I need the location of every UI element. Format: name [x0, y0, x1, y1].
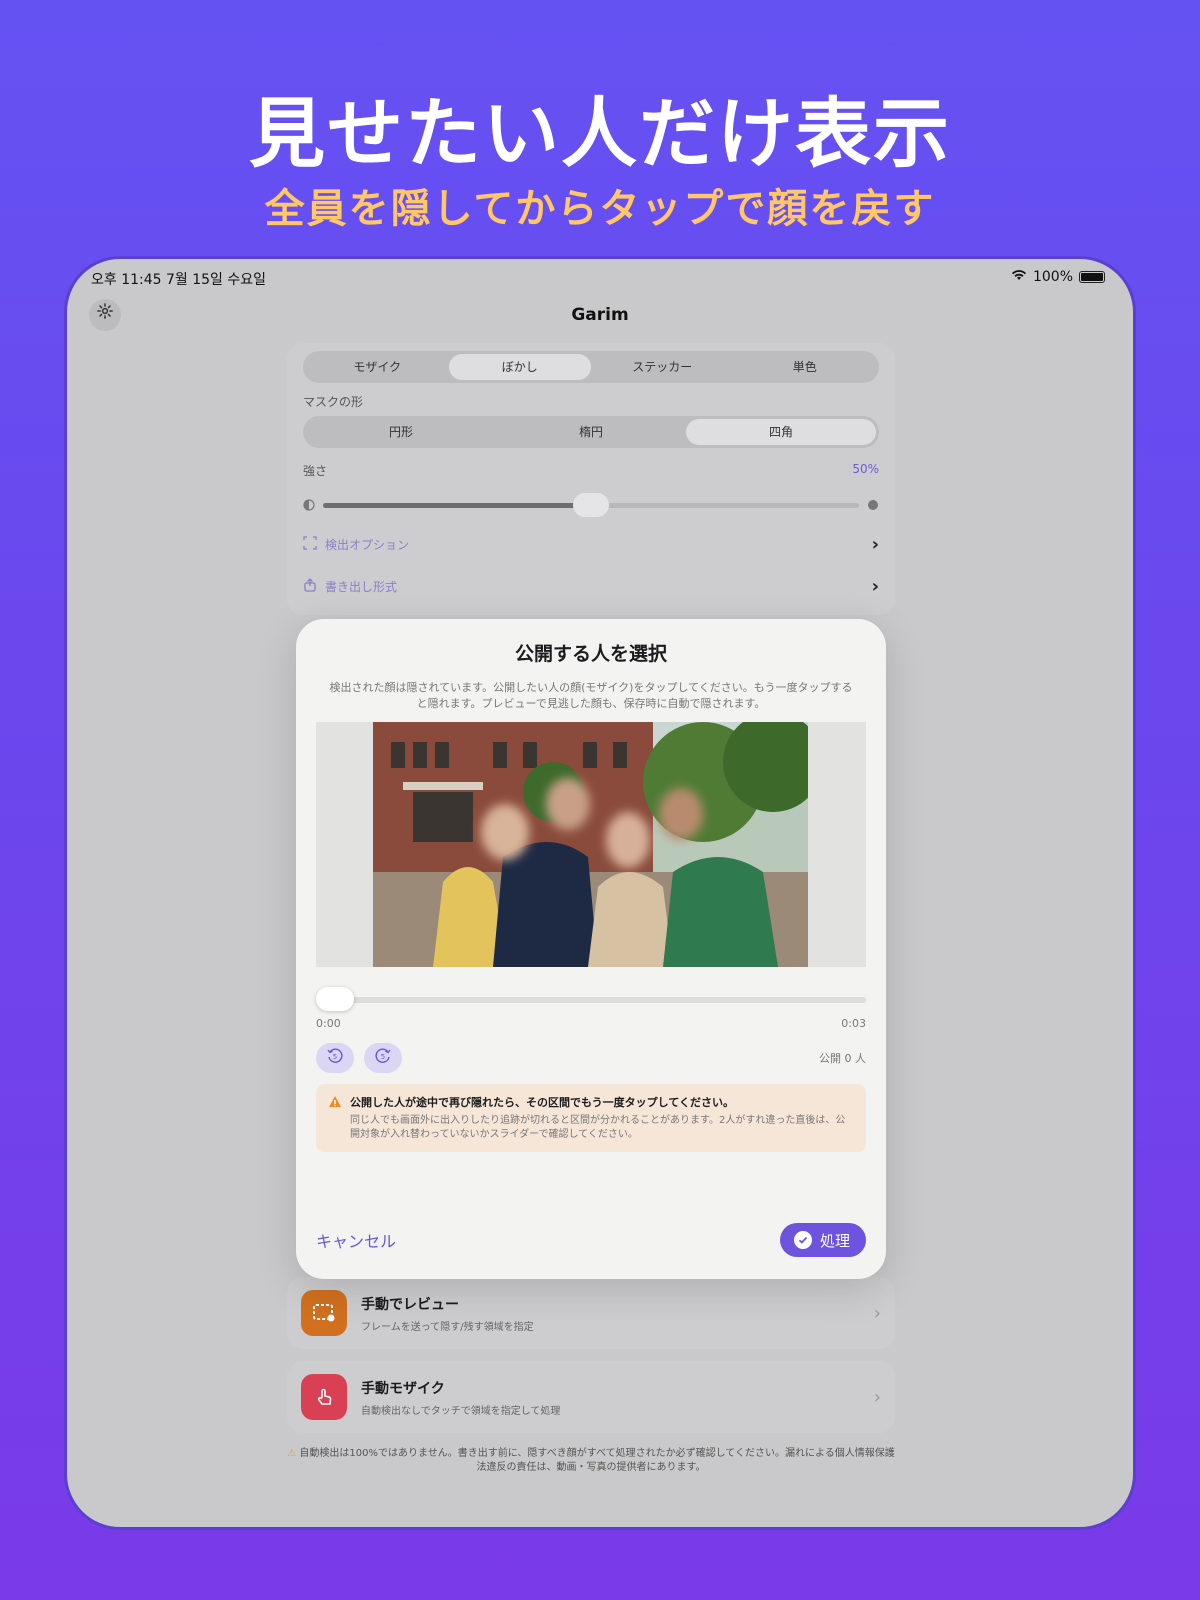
- timeline-track: [316, 997, 866, 1003]
- strength-label: 強さ: [303, 464, 328, 478]
- manual-mosaic-title: 手動モザイク: [361, 1380, 445, 1397]
- timeline-thumb[interactable]: [316, 987, 354, 1011]
- review-frame-icon: [301, 1290, 347, 1336]
- rewind-5-button[interactable]: 5: [316, 1043, 354, 1073]
- timeline-slider[interactable]: [316, 985, 866, 1015]
- segment-solid[interactable]: 単色: [734, 354, 877, 380]
- tablet-device: 오후 11:45 7월 15일 수요일 100% Garim モザイク ぼかし …: [64, 256, 1136, 1530]
- battery-percent: 100%: [1032, 269, 1073, 285]
- cancel-button[interactable]: キャンセル: [316, 1228, 396, 1252]
- video-preview[interactable]: [316, 722, 866, 967]
- export-format-label: 書き出し形式: [325, 579, 398, 594]
- warning-title: 公開した人が途中で再び隠れたら、その区間でもう一度タップしてください。: [350, 1096, 735, 1109]
- footer-note: ⚠ 自動検出は100%ではありません。書き出す前に、隠すべき顔がすべて処理された…: [287, 1447, 895, 1475]
- gear-icon: [96, 295, 114, 335]
- shape-segmented: 円形 楕円 四角: [303, 416, 879, 448]
- manual-review-title: 手動でレビュー: [361, 1296, 459, 1313]
- export-icon: [303, 577, 317, 595]
- status-right: 100%: [1011, 269, 1105, 285]
- select-people-modal: 公開する人を選択 検出された顔は隠されています。公開したい人の顔(モザイク)をタ…: [296, 619, 886, 1279]
- chevron-right-icon: ›: [871, 533, 879, 555]
- process-label: 処理: [819, 1231, 850, 1250]
- subheadline: 全員を隠してからタップで顔を戻す: [264, 186, 936, 232]
- forward-5-icon: 5: [374, 1047, 392, 1069]
- warning-body: 同じ人でも画面外に出入りしたり追跡が切れると区間が分かれることがあります。2人が…: [350, 1115, 846, 1140]
- strength-slider[interactable]: [323, 492, 859, 517]
- warning-box: 公開した人が途中で再び隠れたら、その区間でもう一度タップしてください。 同じ人で…: [316, 1084, 866, 1152]
- shape-label: マスクの形: [303, 395, 364, 409]
- headline: 見せたい人だけ表示: [249, 89, 951, 178]
- manual-mosaic-subtitle: 自動検出なしでタッチで領域を指定して処理: [361, 1405, 561, 1417]
- strength-row: 強さ 50%: [303, 462, 879, 479]
- status-time: 오후 11:45 7월 15일 수요일: [91, 272, 267, 288]
- segment-mosaic[interactable]: モザイク: [306, 354, 449, 380]
- settings-button[interactable]: [89, 299, 121, 331]
- hand-touch-icon: [301, 1374, 347, 1420]
- strength-slider-fill: [323, 502, 591, 508]
- time-start: 0:00: [316, 1017, 341, 1030]
- viewfinder-icon: [303, 535, 317, 553]
- contrast-low-icon: [303, 496, 315, 515]
- contrast-high-icon: [867, 496, 879, 515]
- manual-mosaic-card[interactable]: 手動モザイク 自動検出なしでタッチで領域を指定して処理 ›: [287, 1361, 895, 1433]
- public-count: 公開 0 人: [819, 1052, 866, 1065]
- battery-icon: [1079, 271, 1105, 283]
- segment-ellipse[interactable]: 楕円: [496, 419, 686, 445]
- segment-blur[interactable]: ぼかし: [448, 354, 591, 380]
- segment-circle[interactable]: 円形: [306, 419, 496, 445]
- strength-slider-thumb[interactable]: [573, 492, 609, 517]
- warning-text: 公開した人が途中で再び隠れたら、その区間でもう一度タップしてください。 同じ人で…: [350, 1094, 852, 1142]
- strength-value: 50%: [852, 462, 879, 476]
- wifi-icon: [1011, 269, 1027, 285]
- svg-text:5: 5: [333, 1053, 337, 1061]
- settings-card: モザイク ぼかし ステッカー 単色 マスクの形 円形 楕円 四角 強さ 50%: [287, 343, 895, 615]
- detect-options-label: 検出オプション: [325, 537, 410, 552]
- manual-review-card[interactable]: 手動でレビュー フレームを送って隠す/残す領域を指定 ›: [287, 1277, 895, 1349]
- rewind-5-icon: 5: [326, 1047, 344, 1069]
- status-bar: 오후 11:45 7월 15일 수요일 100%: [67, 259, 1133, 295]
- nav-bar: Garim: [67, 295, 1133, 345]
- chevron-right-icon: ›: [873, 1302, 881, 1324]
- segment-sticker[interactable]: ステッカー: [591, 354, 734, 380]
- time-row: 0:00 0:03: [316, 1017, 866, 1030]
- export-format-row[interactable]: 書き出し形式 ›: [303, 565, 879, 607]
- svg-text:5: 5: [381, 1053, 385, 1061]
- forward-5-button[interactable]: 5: [364, 1043, 402, 1073]
- modal-footer: キャンセル 処理: [316, 1223, 866, 1257]
- time-end: 0:03: [841, 1017, 866, 1030]
- manual-review-subtitle: フレームを送って隠す/残す領域を指定: [361, 1321, 534, 1333]
- chevron-right-icon: ›: [873, 1386, 881, 1408]
- footer-note-text: 自動検出は100%ではありません。書き出す前に、隠すべき顔がすべて処理されたか必…: [299, 1448, 895, 1473]
- manual-review-text: 手動でレビュー フレームを送って隠す/残す領域を指定: [361, 1294, 874, 1333]
- checkmark-icon: [793, 1231, 812, 1249]
- manual-mosaic-text: 手動モザイク 自動検出なしでタッチで領域を指定して処理: [361, 1378, 874, 1417]
- settings-area: モザイク ぼかし ステッカー 単色 マスクの形 円形 楕円 四角 強さ 50%: [287, 343, 895, 615]
- segment-square[interactable]: 四角: [686, 419, 876, 445]
- chevron-right-icon: ›: [871, 575, 879, 597]
- process-button[interactable]: 処理: [779, 1223, 866, 1257]
- modal-description: 検出された顔は隠されています。公開したい人の顔(モザイク)をタップしてください。…: [329, 681, 853, 710]
- modal-title: 公開する人を選択: [514, 643, 667, 665]
- warning-triangle-icon: [328, 1094, 342, 1142]
- detect-options-row[interactable]: 検出オプション ›: [303, 523, 879, 565]
- mask-type-segmented: モザイク ぼかし ステッカー 単色: [303, 351, 879, 383]
- warning-icon: ⚠: [287, 1448, 297, 1459]
- playback-controls: 5 5 公開 0 人: [316, 1042, 866, 1074]
- strength-slider-row: [303, 492, 879, 517]
- group-photo: [373, 722, 808, 967]
- nav-title: Garim: [571, 305, 629, 325]
